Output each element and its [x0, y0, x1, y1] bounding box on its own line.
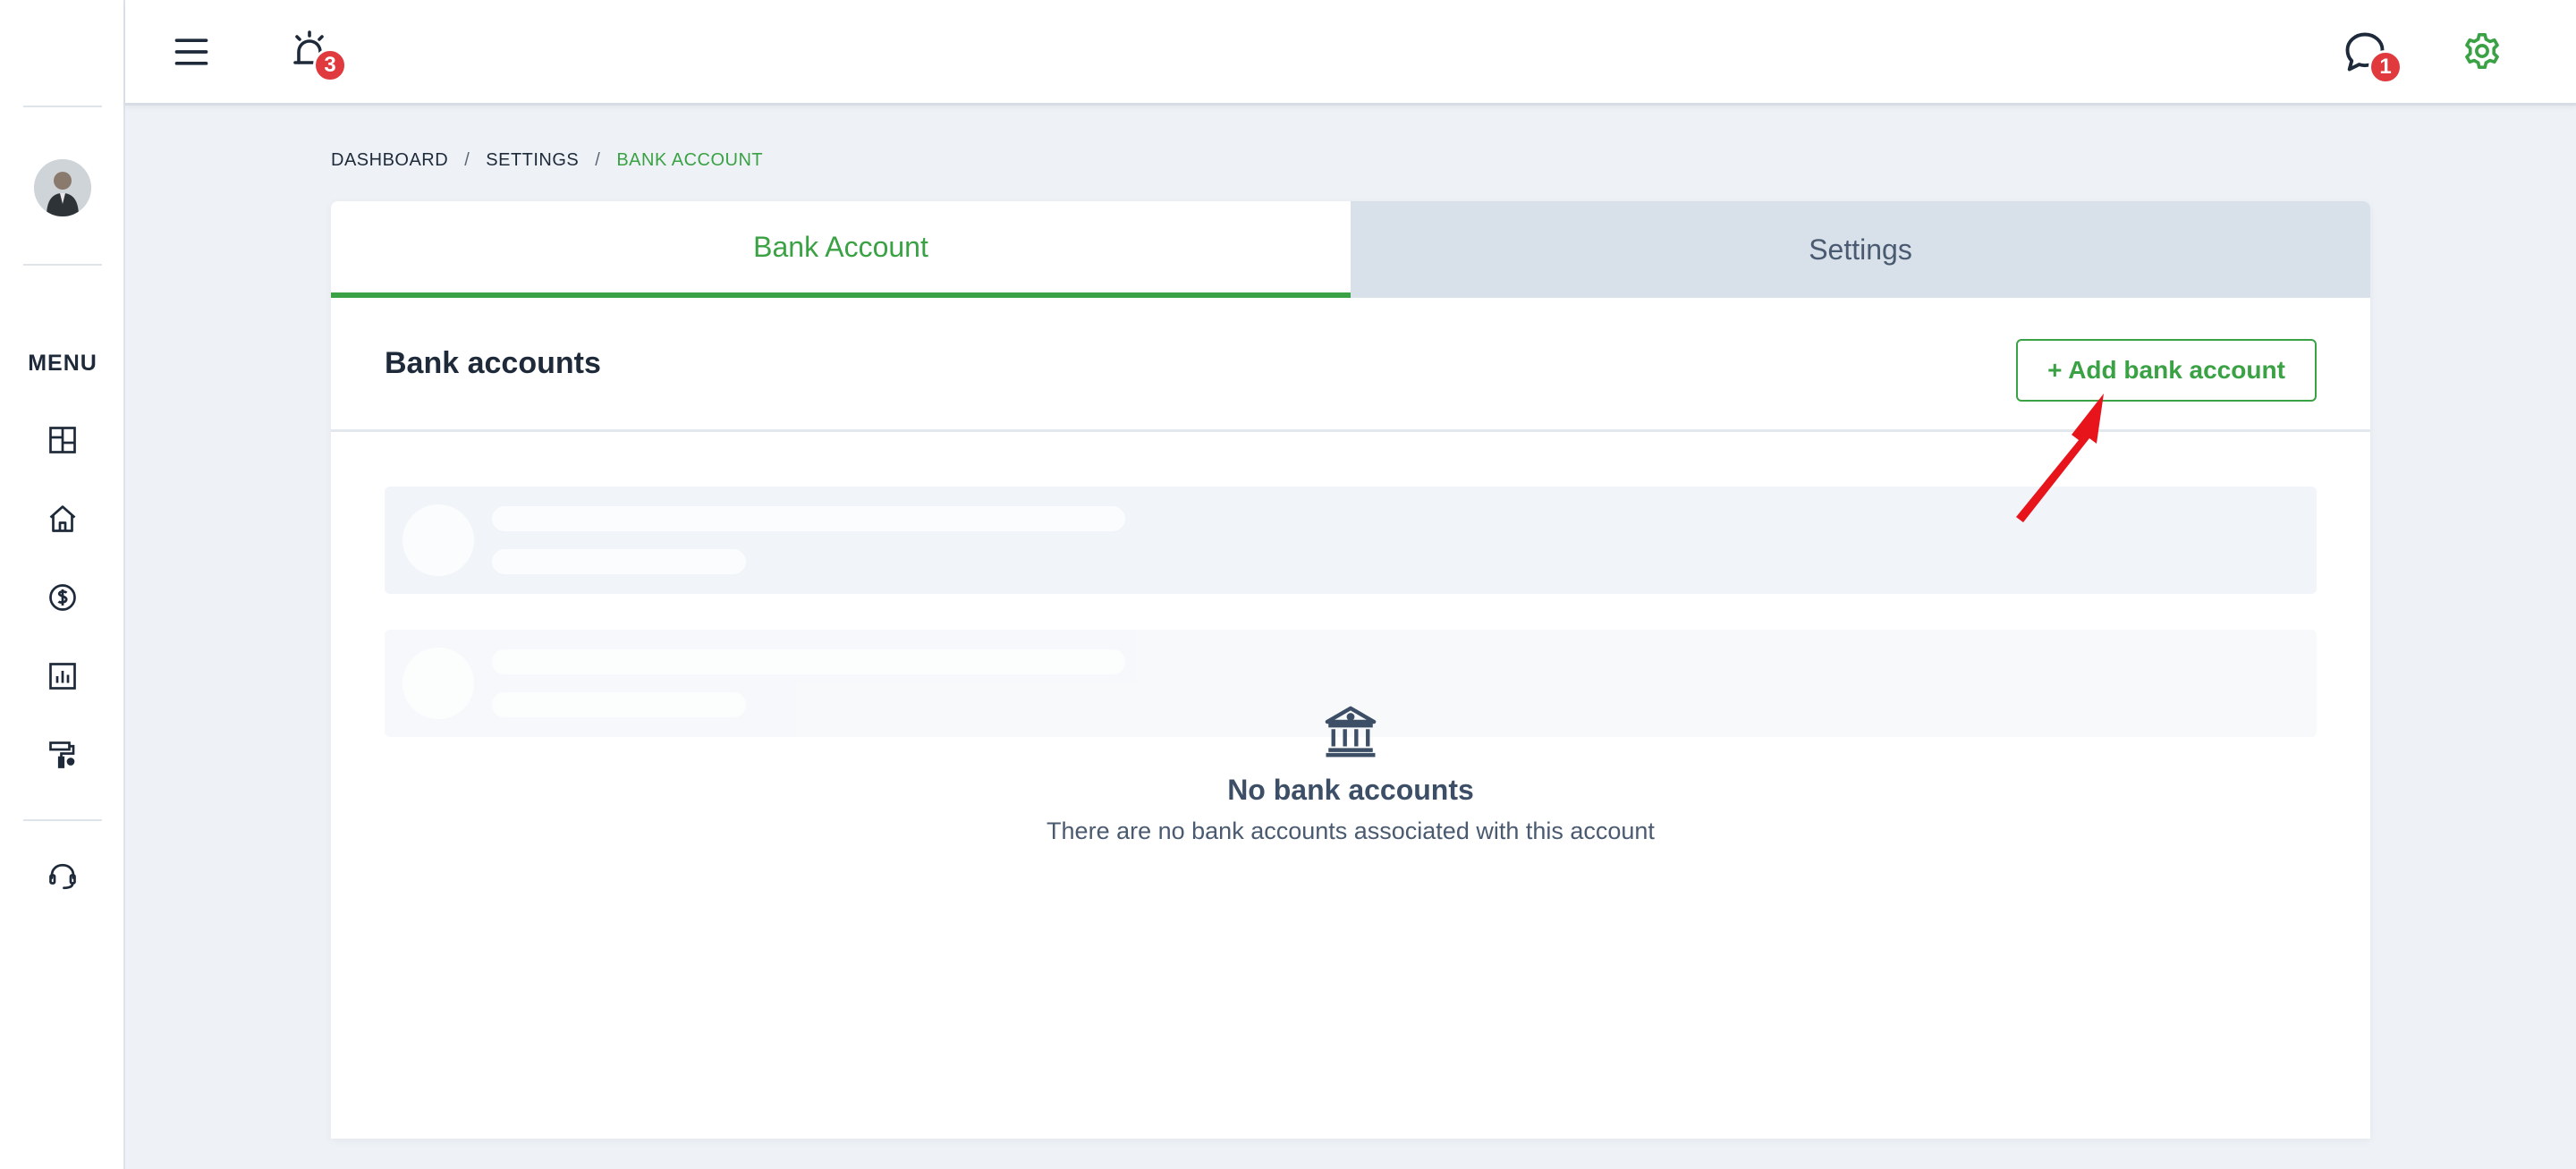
breadcrumb-dashboard[interactable]: DASHBOARD	[331, 150, 448, 171]
breadcrumb-settings[interactable]: SETTINGS	[486, 150, 579, 171]
bank-account-card: Bank Account Settings Bank accounts + Ad…	[331, 201, 2370, 1139]
messages-button[interactable]: 1	[2340, 27, 2402, 84]
skeleton-avatar	[402, 504, 474, 576]
sidebar: MENU	[0, 0, 125, 1169]
annotation-arrow-icon	[2016, 394, 2104, 522]
empty-state: No bank accounts There are no bank accou…	[331, 702, 2370, 845]
dollar-icon[interactable]	[45, 580, 80, 615]
dashboard-icon[interactable]	[45, 422, 80, 458]
home-icon[interactable]	[45, 501, 80, 537]
breadcrumb-bank-account: BANK ACCOUNT	[616, 150, 764, 170]
sidebar-divider	[23, 106, 102, 107]
avatar-image	[34, 159, 91, 216]
empty-state-title: No bank accounts	[1227, 774, 1474, 806]
paint-roller-icon[interactable]	[45, 737, 80, 773]
notification-count-badge: 3	[313, 48, 347, 82]
tab-bar: Bank Account Settings	[331, 201, 2370, 298]
top-bar: 3 1	[125, 0, 2576, 106]
headset-icon[interactable]	[45, 859, 80, 894]
sidebar-divider	[23, 819, 102, 821]
message-count-badge: 1	[2368, 50, 2402, 84]
skeleton-line	[492, 649, 1125, 674]
hamburger-menu-icon[interactable]	[172, 32, 211, 72]
settings-gear-icon[interactable]	[2460, 29, 2504, 73]
tab-bank-account[interactable]: Bank Account	[331, 201, 1351, 298]
alarm-notification-button[interactable]: 3	[286, 27, 347, 82]
avatar[interactable]	[34, 159, 91, 216]
skeleton-line	[492, 506, 1125, 531]
tab-settings[interactable]: Settings	[1351, 201, 2370, 298]
breadcrumb-separator: /	[464, 150, 470, 170]
skeleton-line	[492, 549, 746, 574]
empty-state-text: There are no bank accounts associated wi…	[1046, 817, 1655, 844]
breadcrumb-separator: /	[595, 150, 601, 170]
sidebar-divider	[23, 264, 102, 266]
section-title: Bank accounts	[385, 346, 601, 380]
bank-icon	[1325, 706, 1377, 758]
menu-label: MENU	[28, 351, 97, 376]
chart-icon[interactable]	[45, 658, 80, 694]
breadcrumb: DASHBOARD / SETTINGS / BANK ACCOUNT	[331, 150, 763, 171]
